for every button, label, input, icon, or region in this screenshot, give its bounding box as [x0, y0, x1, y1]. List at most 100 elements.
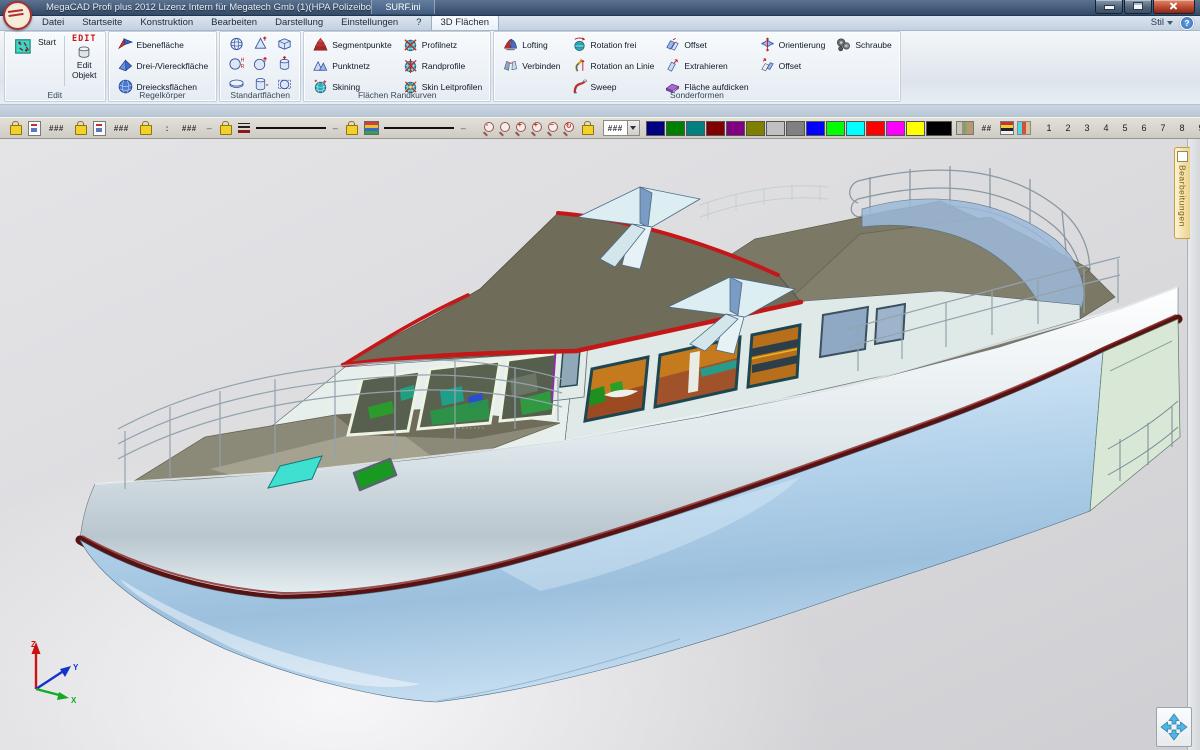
maximize-icon[interactable] — [1124, 0, 1152, 14]
menu-tab-[interactable]: ? — [407, 15, 430, 30]
color-combo[interactable]: ### — [603, 120, 640, 136]
layer-document-icon[interactable] — [93, 121, 106, 136]
ribbon-item-offset[interactable]: Offset — [661, 34, 751, 55]
zoom-in-icon[interactable]: + — [514, 121, 528, 135]
close-icon[interactable] — [1153, 0, 1195, 14]
layer-number-4[interactable]: 4 — [1097, 123, 1116, 133]
pen-value[interactable]: ### — [182, 124, 197, 133]
chevron-down-icon[interactable] — [627, 121, 639, 135]
palette-swatch-ff0000[interactable] — [866, 121, 885, 136]
ribbon-item-edit-objekt[interactable]: EDITEditObjekt — [69, 34, 100, 88]
ribbon-item-rotation-an-linie[interactable]: Rotation an Linie — [568, 55, 658, 76]
ribbon-item-segmentpunkte[interactable]: Segmentpunkte — [309, 34, 395, 55]
zoom-minus-icon[interactable]: − — [546, 121, 560, 135]
ribbon-item-start[interactable]: Start — [10, 34, 60, 59]
hatch-style-icon[interactable] — [1017, 121, 1031, 135]
ribbon-item-profilnetz[interactable]: Profilnetz — [399, 34, 485, 55]
group-document-icon[interactable] — [28, 121, 41, 136]
menu-tab-einstellungen[interactable]: Einstellungen — [332, 15, 407, 30]
layer-number-6[interactable]: 6 — [1135, 123, 1154, 133]
group-value[interactable]: ### — [49, 124, 64, 133]
ribbon-item-orientierung[interactable]: Orientierung — [756, 34, 829, 55]
blob-x-icon — [402, 36, 419, 53]
lock-icon[interactable] — [75, 125, 87, 135]
ribbon-item-rotation-frei[interactable]: Rotation frei — [568, 34, 658, 55]
pan-view-button[interactable] — [1156, 707, 1192, 747]
ribbon-item-cone-up[interactable] — [251, 33, 270, 54]
zoom-plus-icon[interactable]: + — [530, 121, 544, 135]
help-icon[interactable]: ? — [1180, 16, 1194, 30]
menu-tab-bearbeiten[interactable]: Bearbeiten — [202, 15, 266, 30]
zoom-rotate-icon[interactable]: ↻ — [562, 121, 576, 135]
palette-swatch-008000[interactable] — [666, 121, 685, 136]
dropdown-dash[interactable]: ‒ — [333, 123, 338, 133]
layer-number-8[interactable]: 8 — [1173, 123, 1192, 133]
style-menu[interactable]: Stil — [1151, 17, 1173, 28]
ribbon-item-box-open[interactable] — [275, 33, 294, 54]
menu-tab-datei[interactable]: Datei — [33, 15, 73, 30]
dropdown-dash[interactable]: ‒ — [461, 123, 466, 133]
line-width-icon[interactable] — [238, 122, 251, 134]
palette-swatch-008080[interactable] — [686, 121, 705, 136]
ribbon-item-ebenefläche[interactable]: Ebenefläche — [114, 34, 212, 55]
pen-number[interactable]: ## — [982, 124, 992, 133]
panel-tab-bearbeitungen[interactable]: Bearbeitungen — [1174, 147, 1190, 239]
ribbon-item-randprofile[interactable]: Randprofile — [399, 55, 485, 76]
palette-swatch-800080[interactable] — [726, 121, 745, 136]
layer-number-9[interactable]: 9 — [1192, 123, 1200, 133]
material-palette-icon[interactable] — [956, 121, 974, 135]
ribbon-item-lofting[interactable]: Lofting — [499, 34, 563, 55]
palette-swatch-000000[interactable] — [926, 121, 952, 136]
palette-swatch-800000[interactable] — [706, 121, 725, 136]
ribbon-item-punktnetz[interactable]: Punktnetz — [309, 55, 395, 76]
ribbon-group-label: Edit — [5, 90, 105, 100]
palette-swatch-808080[interactable] — [786, 121, 805, 136]
ribbon-item-extrahieren[interactable]: Extrahieren — [661, 55, 751, 76]
palette-swatch-0000ff[interactable] — [806, 121, 825, 136]
palette-swatch-000080[interactable] — [646, 121, 665, 136]
palette-swatch-00ff00[interactable] — [826, 121, 845, 136]
layer-value[interactable]: ### — [114, 124, 129, 133]
layer-number-2[interactable]: 2 — [1059, 123, 1078, 133]
ribbon-item-sphere-hr[interactable]: HR — [227, 53, 246, 74]
lock-icon[interactable] — [582, 125, 594, 135]
palette-swatch-c0c0c0[interactable] — [766, 121, 785, 136]
palette-swatch-808000[interactable] — [746, 121, 765, 136]
line-style-preview[interactable] — [384, 127, 454, 129]
palette-swatch-00ffff[interactable] — [846, 121, 865, 136]
ribbon-item-offset[interactable]: Offset — [756, 55, 829, 76]
menu-tab-startseite[interactable]: Startseite — [73, 15, 131, 30]
ribbon-item-schraube[interactable]: Schraube — [832, 34, 894, 55]
ribbon-item-drei-viereckfläche[interactable]: Drei-/Viereckfläche — [114, 55, 212, 76]
ribbon-item-sphere-up[interactable] — [251, 53, 270, 74]
lock-icon[interactable] — [220, 125, 232, 135]
dropdown-dash[interactable]: ‒ — [207, 123, 212, 133]
palette-swatch-ff00ff[interactable] — [886, 121, 905, 136]
sphere-wire-icon — [228, 35, 245, 52]
ribbon-item-cyl-up[interactable] — [275, 53, 294, 74]
ribbon-item-verbinden[interactable]: Verbinden — [499, 55, 563, 76]
minimize-icon[interactable] — [1095, 0, 1123, 14]
line-width-preview[interactable] — [256, 127, 326, 129]
zoom-previous-icon[interactable] — [498, 121, 512, 135]
menu-tab-konstruktion[interactable]: Konstruktion — [131, 15, 202, 30]
lock-icon[interactable] — [140, 125, 152, 135]
group-divider — [64, 36, 65, 86]
layer-number-1[interactable]: 1 — [1040, 123, 1059, 133]
ribbon-group-label: Sonderformen — [494, 90, 900, 100]
lock-icon[interactable] — [10, 125, 22, 135]
ribbon-item-sphere-wire[interactable] — [227, 33, 246, 54]
menu-tab-3d-flächen[interactable]: 3D Flächen — [431, 15, 500, 30]
document-tab[interactable]: SURF.ini — [371, 0, 435, 14]
layer-number-5[interactable]: 5 — [1116, 123, 1135, 133]
layer-number-7[interactable]: 7 — [1154, 123, 1173, 133]
layer-number-3[interactable]: 3 — [1078, 123, 1097, 133]
group-column: SegmentpunktePunktnetzSkining — [309, 34, 395, 97]
menu-tab-darstellung[interactable]: Darstellung — [266, 15, 332, 30]
color-list-icon[interactable] — [1000, 121, 1014, 135]
viewport-3d[interactable]: Z Y X — [0, 139, 1200, 750]
zoom-window-icon[interactable]: ▫ — [482, 121, 496, 135]
palette-swatch-ffff00[interactable] — [906, 121, 925, 136]
line-style-icon[interactable] — [364, 121, 379, 135]
lock-icon[interactable] — [346, 125, 358, 135]
